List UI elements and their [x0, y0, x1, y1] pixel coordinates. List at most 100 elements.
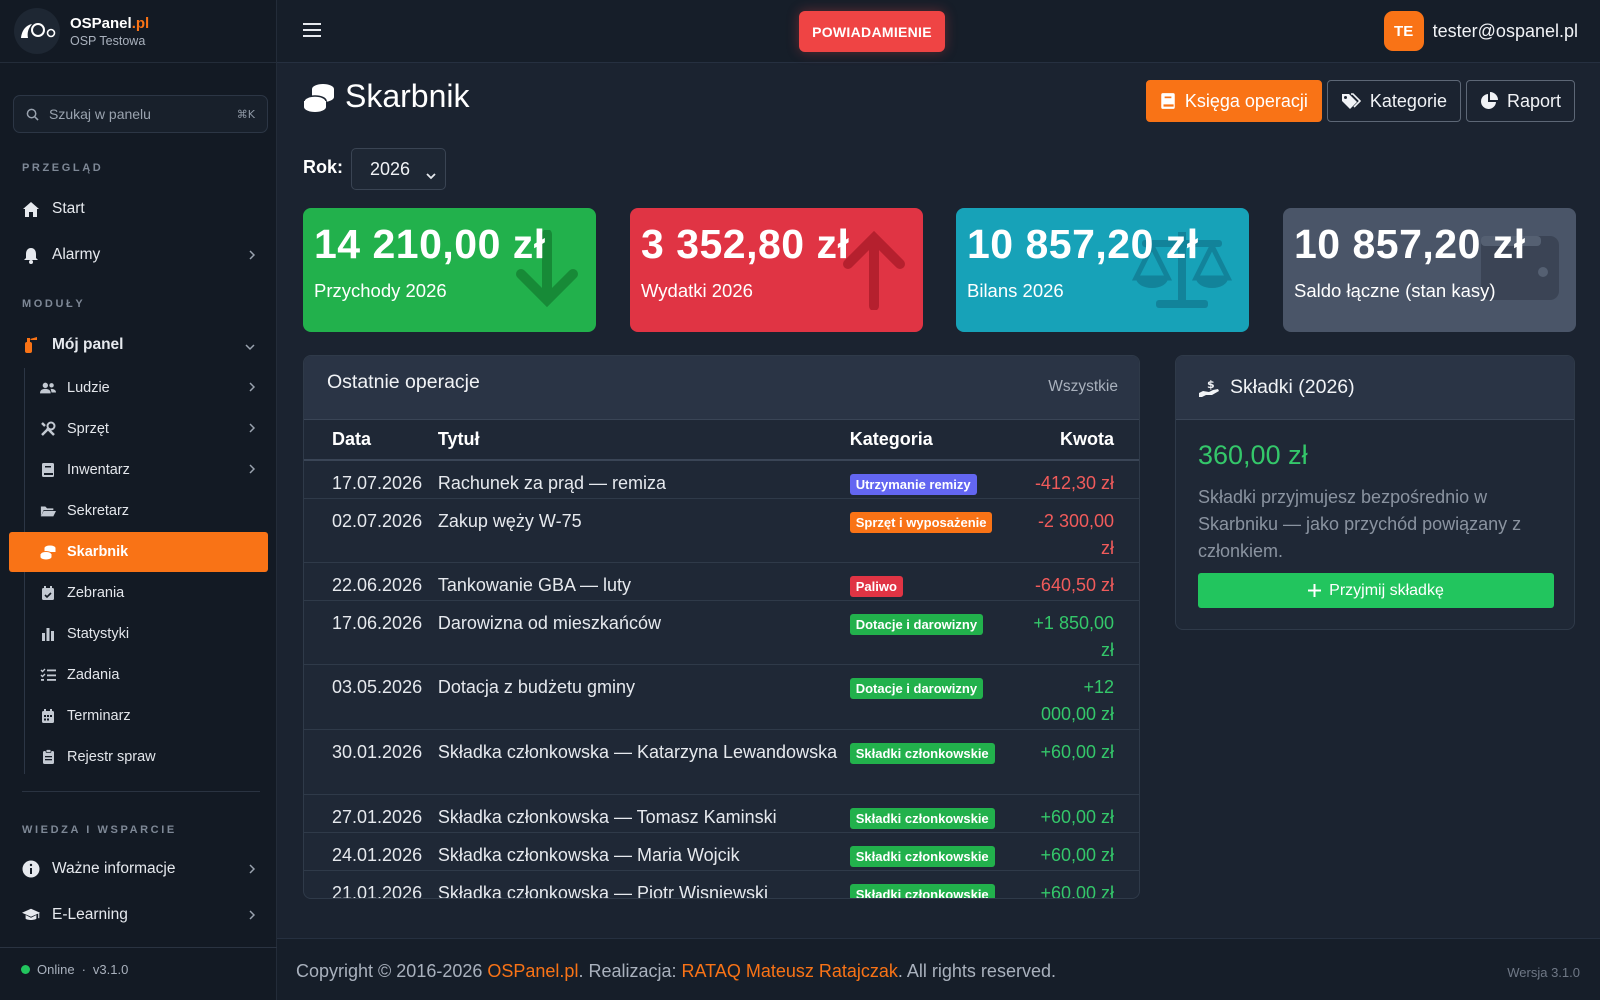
sidebar-divider	[22, 791, 260, 792]
table-row[interactable]: 02.07.2026 Zakup węży W-75 Sprzęt i wyposa…	[304, 498, 1139, 562]
sidebar-item-label: Skarbnik	[67, 544, 129, 560]
category-badge: Paliwo	[849, 575, 903, 597]
stat-label: Wydatki 2026	[641, 280, 753, 301]
sidebar-item-stats[interactable]: Statystyki	[26, 614, 268, 654]
view-all-link[interactable]: Wszystkie	[1048, 378, 1118, 396]
coins-icon	[303, 81, 335, 113]
table-header-row: Data Tytuł Kategoria Kwota	[304, 420, 1139, 460]
cell-title: Tankowanie GBA — luty	[437, 574, 631, 595]
nav-item-label: Mój panel	[52, 336, 124, 353]
search-input[interactable]	[49, 106, 237, 122]
chevron-right-icon	[248, 422, 256, 438]
sidebar-item-calendar[interactable]: Terminarz	[26, 696, 268, 736]
online-dot-icon	[21, 965, 30, 974]
table-row[interactable]: 17.06.2026 Darowizna od mieszkańców Dotacj…	[304, 600, 1139, 664]
graduation-cap-icon	[22, 906, 40, 924]
sidebar-item-label: Statystyki	[67, 626, 130, 642]
author-link[interactable]: RATAQ Mateusz Ratajczak	[682, 961, 898, 981]
dues-description: Składki przyjmujesz bezpośrednio w Skarb…	[1198, 487, 1522, 561]
nav-item-alarms[interactable]: Alarmy	[9, 235, 268, 275]
brand-logo-icon	[14, 8, 60, 54]
tags-icon	[1341, 92, 1361, 110]
table-row[interactable]: 30.01.2026 Składka członkowska — Katarzyn…	[304, 729, 1139, 794]
notification-button[interactable]: POWIADAMIENIE	[799, 11, 945, 52]
stat-label: Saldo łączne (stan kasy)	[1294, 280, 1496, 301]
category-badge: Dotacje i darowizny	[849, 677, 984, 699]
cell-title: Zakup węży W-75	[437, 510, 582, 531]
sidebar-item-secretary[interactable]: Sekretarz	[26, 491, 268, 531]
table-row[interactable]: 17.07.2026 Rachunek za prąd — remiza Utrzy…	[304, 460, 1139, 498]
dues-amount: 360,00 zł	[1198, 440, 1308, 470]
sidebar-item-label: Inwentarz	[67, 462, 130, 478]
section-modules: MODUŁY	[22, 298, 86, 310]
folder-open-icon	[40, 503, 56, 519]
nav-item-label: Alarmy	[52, 246, 101, 263]
stat-label: Bilans 2026	[967, 280, 1064, 301]
nav-item-label: Ważne informacje	[52, 860, 176, 877]
column-header-amount: Kwota	[1060, 429, 1114, 449]
topbar: POWIADAMIENIE TE tester@ospanel.pl	[277, 0, 1600, 63]
book-icon	[40, 462, 56, 478]
table-row[interactable]: 03.05.2026 Dotacja z budżetu gminy Dotacje…	[304, 664, 1139, 729]
cell-category: Paliwo	[849, 562, 1029, 600]
page-title: Skarbnik	[303, 78, 470, 115]
sidebar-item-tasks[interactable]: Zadania	[26, 655, 268, 695]
stat-value: 14 210,00 zł	[314, 221, 546, 267]
footer-version: Wersja 3.1.0	[1507, 965, 1580, 980]
column-header-title: Tytuł	[437, 429, 480, 449]
accept-dues-button[interactable]: Przyjmij składkę	[1198, 573, 1554, 608]
users-icon	[40, 380, 56, 396]
cell-category: Dotacje i darowizny	[849, 664, 1029, 729]
chevron-right-icon	[248, 908, 256, 926]
ledger-button[interactable]: Księga operacji	[1145, 80, 1322, 122]
copyright: Copyright © 2016-2026 OSPanel.pl. Realiz…	[296, 961, 1056, 981]
sidebar-item-treasurer[interactable]: Skarbnik	[9, 532, 268, 572]
cell-title: Składka członkowska — Maria Wojcik	[437, 844, 740, 865]
categories-button[interactable]: Kategorie	[1326, 80, 1461, 122]
cell-date: 24.01.2026	[332, 844, 423, 865]
bell-icon	[22, 246, 40, 264]
cell-amount: -640,50 zł	[1034, 574, 1114, 595]
sidebar-item-register[interactable]: Rejestr spraw	[26, 737, 268, 777]
brand-link[interactable]: OSPanel.pl	[487, 961, 578, 981]
user-email: tester@ospanel.pl	[1432, 20, 1578, 41]
report-button[interactable]: Raport	[1465, 80, 1575, 122]
search-box[interactable]: ⌘K	[13, 95, 268, 133]
sidebar-item-equipment[interactable]: Sprzęt	[26, 409, 268, 449]
nav-item-elearning[interactable]: E-Learning	[9, 895, 268, 935]
cell-date: 27.01.2026	[332, 806, 423, 827]
fire-extinguisher-icon	[22, 336, 40, 354]
recent-operations-panel: Ostatnie operacje Wszystkie Data Tytuł K…	[303, 355, 1140, 899]
brand[interactable]: OSPanel.pl OSP Testowa	[0, 0, 276, 63]
sidebar-item-inventory[interactable]: Inwentarz	[26, 450, 268, 490]
clipboard-icon	[40, 749, 56, 765]
table-row[interactable]: 27.01.2026 Składka członkowska — Tomasz K…	[304, 794, 1139, 832]
brand-name: OSPanel.pl	[70, 14, 150, 32]
section-overview: PRZEGLĄD	[22, 162, 104, 174]
sidebar-item-meetings[interactable]: Zebrania	[26, 573, 268, 613]
nav-item-label: E-Learning	[52, 906, 128, 923]
sidebar-item-label: Zadania	[67, 667, 120, 683]
footer: Copyright © 2016-2026 OSPanel.pl. Realiz…	[277, 938, 1600, 1000]
calendar-check-icon	[40, 585, 56, 601]
stat-card-income: 14 210,00 zł Przychody 2026	[303, 208, 596, 332]
table-row[interactable]: 21.01.2026 Składka członkowska — Piotr Wi…	[304, 870, 1139, 899]
sidebar-item-label: Zebrania	[67, 585, 125, 601]
info-circle-icon	[22, 860, 40, 878]
year-select[interactable]: 2026	[351, 148, 446, 190]
table-row[interactable]: 22.06.2026 Tankowanie GBA — luty Paliwo -64…	[304, 562, 1139, 600]
nav-item-start[interactable]: Start	[9, 189, 268, 229]
sidebar-item-people[interactable]: Ludzie	[26, 368, 268, 408]
cell-amount: +60,00 zł	[1040, 882, 1114, 899]
cell-title: Dotacja z budżetu gminy	[437, 676, 635, 697]
hamburger-menu-icon[interactable]	[303, 22, 321, 43]
panel-header: $ Składki (2026)	[1176, 356, 1574, 420]
nav-item-my-panel[interactable]: Mój panel	[9, 325, 268, 365]
table-row[interactable]: 24.01.2026 Składka członkowska — Maria Wo…	[304, 832, 1139, 870]
chevron-right-icon	[248, 381, 256, 397]
user-menu[interactable]: TE tester@ospanel.pl	[1383, 11, 1578, 51]
column-header-category: Kategoria	[849, 429, 933, 449]
column-header-date: Data	[332, 429, 372, 449]
stat-card-cash: 10 857,20 zł Saldo łączne (stan kasy)	[1283, 208, 1576, 332]
nav-item-important-info[interactable]: Ważne informacje	[9, 849, 268, 889]
